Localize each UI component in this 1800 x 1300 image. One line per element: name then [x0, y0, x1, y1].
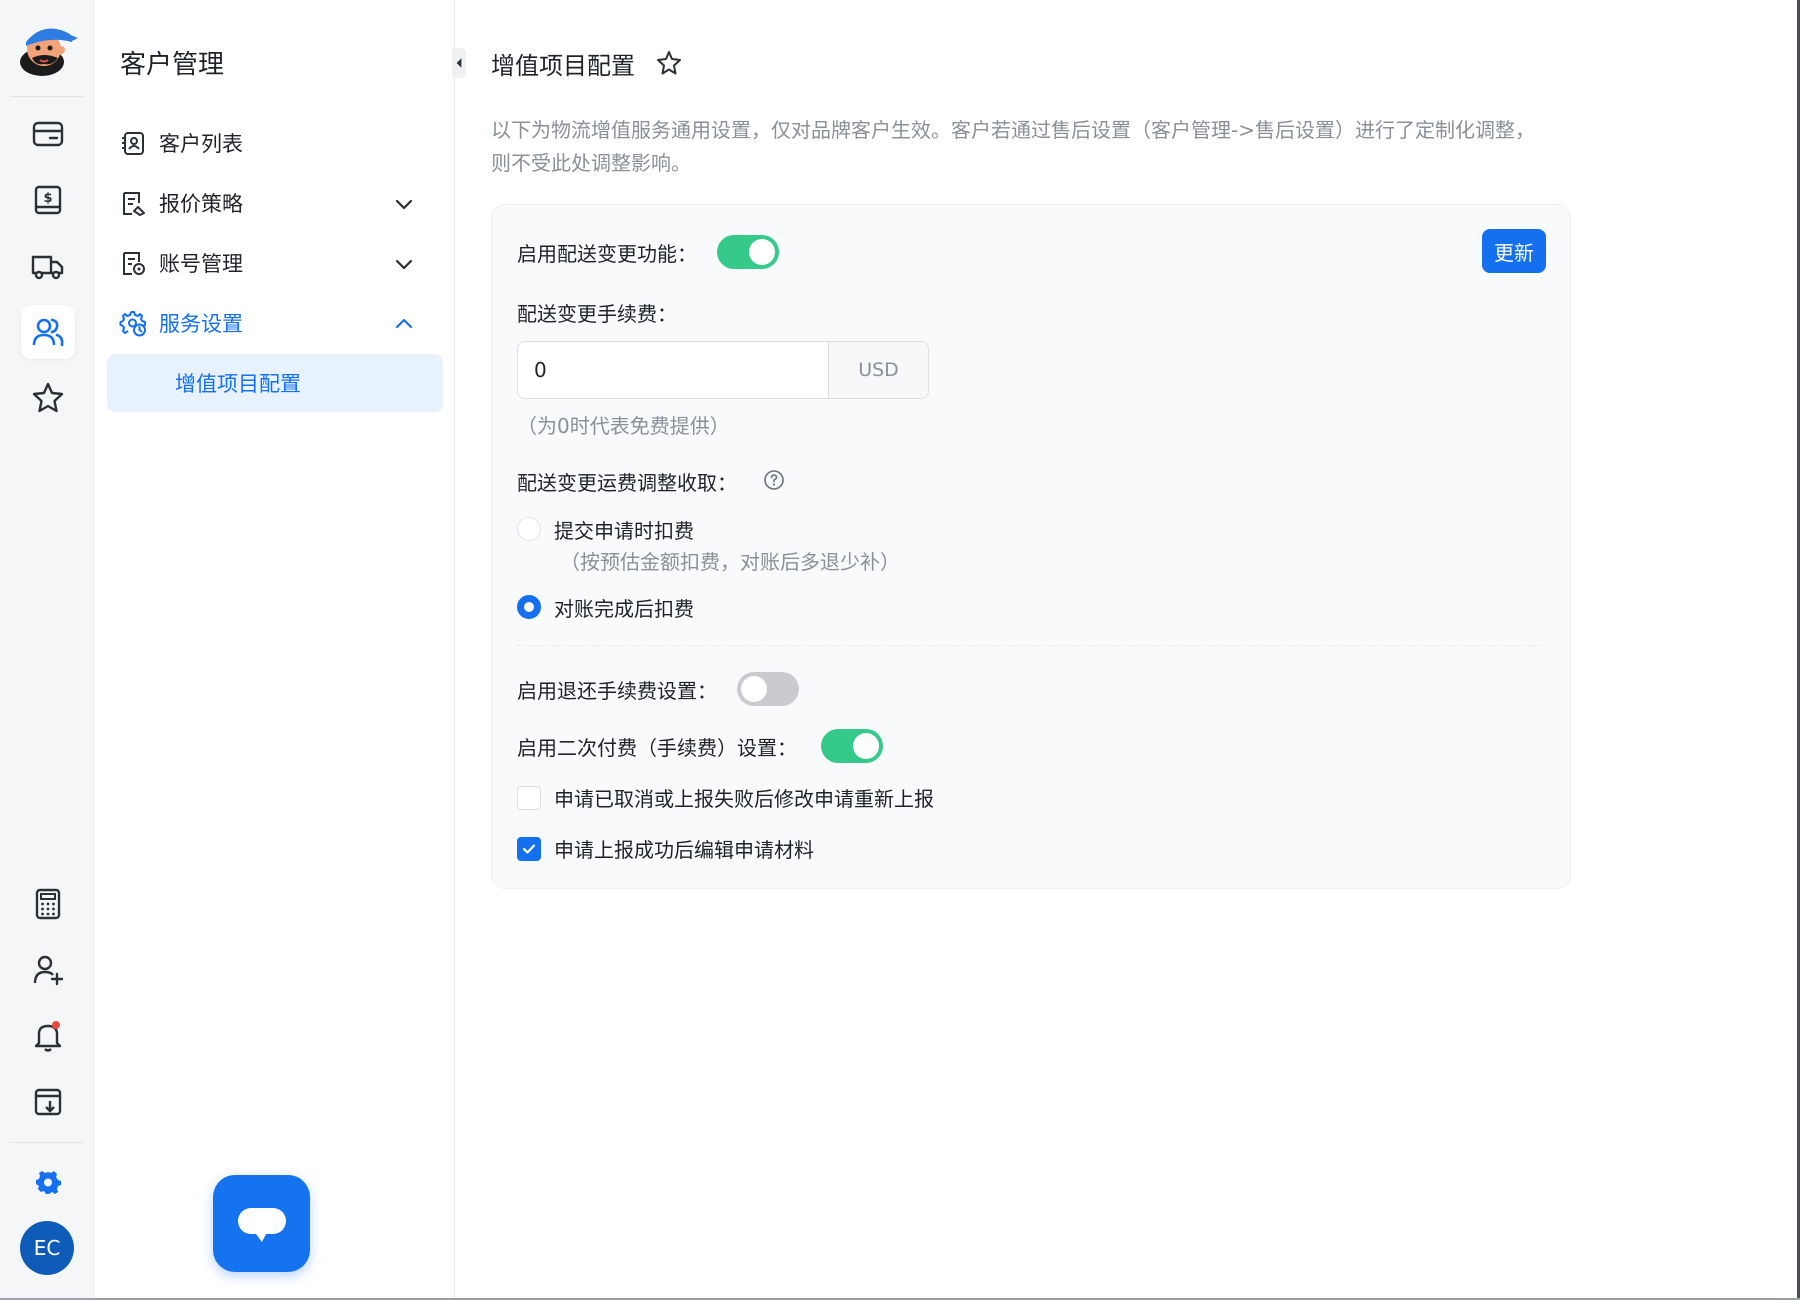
fee-label: 配送变更手续费：: [517, 302, 677, 326]
sidebar-item-service-settings[interactable]: 服务设置: [107, 294, 443, 352]
chat-support-button[interactable]: [213, 1175, 310, 1272]
chevron-down-icon[interactable]: [393, 193, 415, 215]
delivery-change-toggle[interactable]: [717, 235, 779, 269]
sidebar-item-label: 报价策略: [159, 192, 243, 216]
app-window: $ EC 客户管理 客户列表 报价策略 账号管理 服务设置 增值项目配置 增值项…: [0, 0, 1800, 1300]
fee-input-group: USD: [517, 341, 929, 399]
icon-rail: $ EC: [0, 0, 94, 1300]
fee-hint: （为0时代表免费提供）: [517, 414, 730, 438]
sidebar-item-label: 账号管理: [159, 252, 243, 276]
users-icon[interactable]: [21, 305, 75, 359]
chevron-down-icon[interactable]: [393, 253, 415, 275]
bell-icon[interactable]: [21, 1009, 75, 1063]
delivery-change-label: 启用配送变更功能：: [517, 242, 697, 266]
help-circle-icon[interactable]: [763, 469, 785, 491]
brand-logo[interactable]: [14, 16, 80, 82]
radio-charge-on-submit-label: 提交申请时扣费: [554, 519, 694, 543]
sidebar-title: 客户管理: [120, 50, 225, 80]
radio-charge-on-submit[interactable]: [517, 517, 541, 541]
rail-divider: [10, 1142, 84, 1143]
settings-card: 更新 启用配送变更功能： 配送变更手续费： USD （为0时代表免费提供） 配送…: [491, 204, 1571, 889]
checkbox-resubmit-after-cancel-label: 申请已取消或上报失败后修改申请重新上报: [554, 787, 934, 811]
calculator-icon[interactable]: [21, 877, 75, 931]
sidebar-item-account-management[interactable]: 账号管理: [107, 234, 443, 292]
favorite-star-icon[interactable]: [654, 48, 684, 78]
check-icon: [522, 844, 536, 854]
contact-card-icon: [122, 132, 144, 155]
section-divider: [517, 645, 1546, 646]
avatar[interactable]: EC: [20, 1221, 74, 1275]
second-payment-label: 启用二次付费（手续费）设置：: [517, 736, 797, 760]
svg-text:$: $: [43, 191, 52, 206]
sidebar-subitem-value-added-config[interactable]: 增值项目配置: [107, 354, 443, 412]
account-doc-icon: [123, 252, 145, 275]
radio-charge-after-reconcile[interactable]: [517, 595, 541, 619]
settings-gear-icon[interactable]: [21, 1155, 75, 1209]
second-payment-toggle[interactable]: [821, 729, 883, 763]
checkbox-edit-after-success-label: 申请上报成功后编辑申请材料: [554, 838, 814, 862]
page-title: 增值项目配置: [491, 52, 635, 80]
refund-fee-toggle[interactable]: [737, 672, 799, 706]
download-box-icon[interactable]: [21, 1075, 75, 1129]
checkbox-resubmit-after-cancel[interactable]: [517, 786, 541, 810]
secondary-sidebar: 客户管理 客户列表 报价策略 账号管理 服务设置 增值项目配置: [95, 0, 455, 1300]
add-user-icon[interactable]: [21, 943, 75, 997]
radio-charge-after-reconcile-label: 对账完成后扣费: [554, 597, 694, 621]
radio-charge-on-submit-sub: （按预估金额扣费，对账后多退少补）: [560, 550, 900, 574]
main-content: 增值项目配置 以下为物流增值服务通用设置，仅对品牌客户生效。客户若通过售后设置（…: [456, 0, 1800, 1300]
refund-fee-label: 启用退还手续费设置：: [517, 679, 717, 703]
checkbox-edit-after-success[interactable]: [517, 837, 541, 861]
wallet-icon[interactable]: [21, 107, 75, 161]
price-doc-icon: [123, 192, 145, 216]
sidebar-item-pricing-strategy[interactable]: 报价策略: [107, 174, 443, 232]
chat-bubble-icon: [237, 1207, 286, 1242]
freight-adjust-label: 配送变更运费调整收取：: [517, 471, 737, 495]
sidebar-item-label: 客户列表: [159, 132, 243, 156]
service-gear-icon: [119, 311, 146, 337]
truck-icon[interactable]: [21, 239, 75, 293]
fee-input[interactable]: [518, 342, 828, 398]
dollar-bill-icon[interactable]: $: [21, 173, 75, 227]
chevron-up-icon[interactable]: [393, 313, 415, 335]
sidebar-item-label: 服务设置: [159, 312, 243, 336]
sidebar-item-customer-list[interactable]: 客户列表: [107, 114, 443, 172]
update-button[interactable]: 更新: [1482, 229, 1546, 273]
rail-divider: [10, 96, 84, 97]
sidebar-subitem-label: 增值项目配置: [175, 372, 301, 396]
fee-unit: USD: [828, 342, 928, 398]
star-icon[interactable]: [21, 371, 75, 425]
page-description: 以下为物流增值服务通用设置，仅对品牌客户生效。客户若通过售后设置（客户管理->售…: [491, 118, 1535, 175]
